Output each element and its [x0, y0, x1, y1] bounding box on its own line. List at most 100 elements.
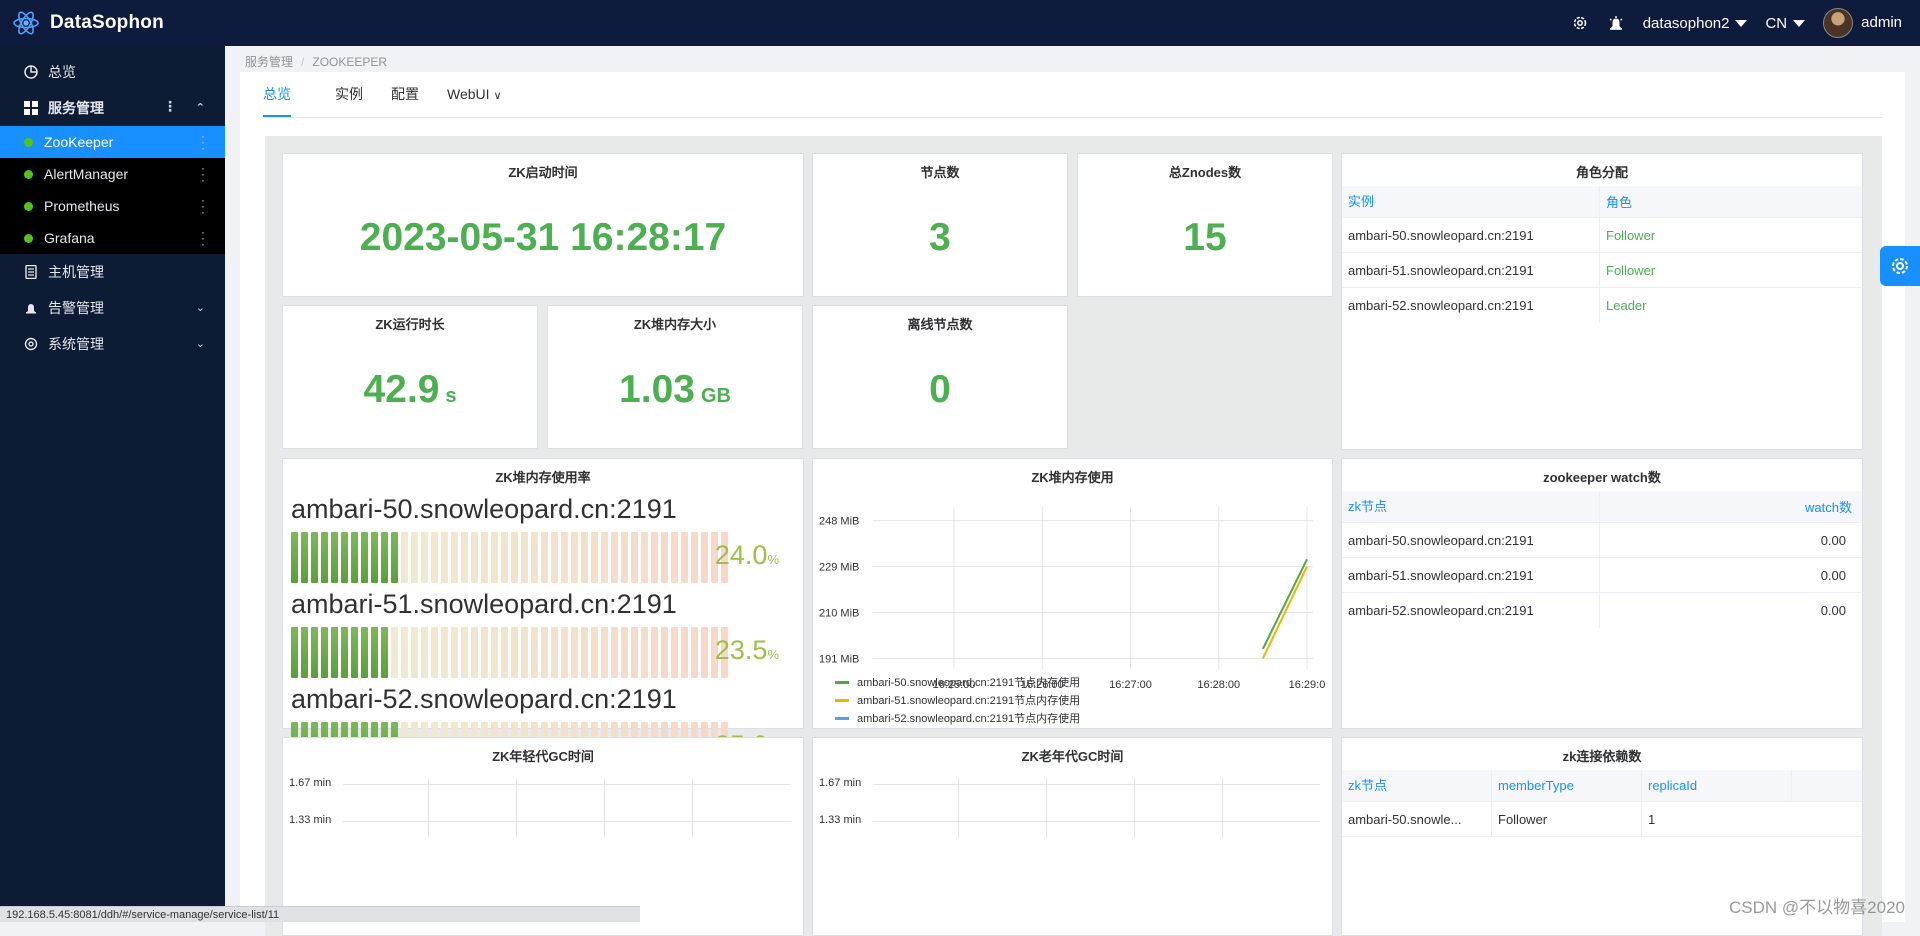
tab-webui-label: WebUI — [447, 86, 490, 102]
sidebar-item-label: 告警管理 — [48, 300, 104, 316]
gauge-segment — [291, 532, 298, 583]
uptime-display: 42.9 s — [283, 368, 537, 412]
grid-line — [428, 778, 429, 838]
sidebar-item-label: AlertManager — [44, 166, 129, 182]
gauge-segment — [491, 532, 498, 583]
sidebar-item-prometheus[interactable]: Prometheus · · · — [0, 190, 225, 222]
col-instance[interactable]: 实例 — [1342, 185, 1600, 218]
gauge-segment — [421, 532, 428, 583]
sidebar-item-grafana[interactable]: Grafana · · · — [0, 222, 225, 254]
cluster-selector[interactable]: datasophon2 — [1643, 15, 1748, 32]
gauge-segment — [371, 532, 378, 583]
panel-title: ZK运行时长 — [375, 317, 445, 332]
gear-icon — [1892, 258, 1908, 274]
gauge-segment — [511, 627, 518, 678]
sidebar-item-overview[interactable]: 总览 — [0, 54, 225, 90]
chevron-down-icon: ∨ — [493, 90, 502, 102]
gauge-segment — [601, 627, 608, 678]
gauge-segment — [331, 532, 338, 583]
sidebar-item-service-mgmt[interactable]: 服务管理 ⋮ ⌃ — [0, 90, 225, 126]
legend-item[interactable]: ambari-52.snowleopard.cn:2191节点内存使用 — [835, 710, 1080, 726]
dashboard-grid-icon — [24, 101, 38, 115]
table-row: ambari-50.snowleopard.cn:2191 0.00 — [1342, 522, 1862, 558]
gauge-segment — [551, 532, 558, 583]
col-role[interactable]: 角色 — [1600, 192, 1862, 211]
uptime-unit: s — [445, 385, 457, 407]
sidebar-item-host-mgmt[interactable]: 主机管理 — [0, 254, 225, 290]
gauge-segment — [641, 627, 648, 678]
gauge-segment — [501, 627, 508, 678]
sidebar-item-label: 总览 — [48, 64, 76, 80]
gauge-value-unit: % — [767, 552, 779, 567]
col-node[interactable]: zk节点 — [1342, 769, 1492, 802]
gauge-segment — [601, 532, 608, 583]
more-vertical-icon[interactable]: · · · — [201, 130, 205, 154]
y-tick-label: 1.67 min — [289, 777, 332, 789]
gauge-segment — [651, 627, 658, 678]
legend-item[interactable]: ambari-51.snowleopard.cn:2191节点内存使用 — [835, 692, 1080, 708]
gauge-segment — [581, 627, 588, 678]
tab-config[interactable]: 配置 — [377, 72, 433, 117]
cell-role: Follower — [1606, 262, 1656, 278]
floating-settings-button[interactable] — [1880, 246, 1920, 286]
alarm-bell-icon[interactable] — [1607, 14, 1625, 32]
tab-webui[interactable]: WebUI ∨ — [433, 72, 516, 117]
cell-instance: ambari-51.snowleopard.cn:2191 — [1342, 252, 1600, 288]
cell-watch: 0.00 — [1820, 603, 1846, 618]
grid-line — [958, 778, 959, 838]
dashboard: ZK启动时间 2023-05-31 16:28:17 节点数 3 总Znodes… — [265, 136, 1882, 936]
tab-instances[interactable]: 实例 — [321, 72, 377, 117]
col-node[interactable]: zk节点 — [1342, 490, 1600, 523]
sidebar-item-system-mgmt[interactable]: 系统管理 ⌄ — [0, 326, 225, 362]
sidebar-item-label: 主机管理 — [48, 264, 104, 280]
server-icon — [25, 265, 37, 279]
y-tick-label: 1.33 min — [289, 814, 332, 826]
status-dot-icon — [24, 169, 33, 179]
gauge-segment — [481, 627, 488, 678]
table-row: ambari-52.snowleopard.cn:2191 Leader — [1342, 288, 1862, 323]
table-header: zk节点 memberType replicaId — [1342, 769, 1862, 802]
sidebar-item-alertmanager[interactable]: AlertManager · · · — [0, 158, 225, 190]
sidebar-item-label: Grafana — [44, 230, 95, 246]
sidebar-item-label: 系统管理 — [48, 336, 104, 352]
gauge-segment — [621, 627, 628, 678]
gauge-segment — [451, 532, 458, 583]
col-member-type[interactable]: memberType — [1492, 769, 1642, 802]
sidebar-item-zookeeper[interactable]: ZooKeeper · · · — [0, 126, 225, 158]
col-replica-id[interactable]: replicaId — [1642, 769, 1792, 802]
user-menu[interactable]: admin — [1823, 8, 1902, 38]
cell-role: Follower — [1606, 227, 1656, 243]
gear-icon[interactable] — [1571, 14, 1589, 32]
gauge-segment — [311, 532, 318, 583]
app-logo[interactable]: DataSophon — [12, 9, 164, 37]
cell-node: ambari-52.snowleopard.cn:2191 — [1342, 593, 1600, 628]
more-vertical-icon[interactable]: · · · — [201, 194, 205, 218]
more-vertical-icon[interactable]: ⋮ — [163, 98, 177, 115]
gauge-segment — [581, 532, 588, 583]
gauge-bar — [291, 627, 728, 678]
x-tick-label: 16:28:00 — [1197, 679, 1240, 691]
gauge-value-unit: % — [767, 647, 779, 662]
gauge-host-label: ambari-52.snowleopard.cn:2191 — [291, 684, 677, 714]
panel-title: zookeeper watch数 — [1543, 470, 1661, 485]
breadcrumb-current: ZOOKEEPER — [312, 55, 388, 69]
gauge-segment — [611, 532, 618, 583]
more-vertical-icon[interactable]: · · · — [201, 162, 205, 186]
logo-icon — [13, 11, 39, 35]
gauge-segment — [351, 532, 358, 583]
cell-member-type: Follower — [1492, 801, 1642, 837]
language-selector[interactable]: CN — [1765, 15, 1806, 32]
status-dot-icon — [24, 201, 33, 211]
tab-overview[interactable]: 总览 — [263, 72, 291, 117]
panel-title: ZK启动时间 — [508, 165, 578, 180]
legend-item[interactable]: ambari-50.snowleopard.cn:2191节点内存使用 — [835, 674, 1080, 690]
breadcrumb-parent[interactable]: 服务管理 — [245, 55, 293, 69]
sidebar-item-alert-mgmt[interactable]: 告警管理 ⌄ — [0, 290, 225, 326]
gauge-segment — [401, 532, 408, 583]
col-watch[interactable]: watch数 — [1600, 497, 1862, 516]
more-vertical-icon[interactable]: · · · — [201, 226, 205, 250]
watch-table: zk节点 watch数 ambari-50.snowleopard.cn:219… — [1342, 490, 1862, 628]
gauge-segment — [301, 627, 308, 678]
grid-line — [1134, 778, 1135, 838]
table-row: ambari-50.snowle... Follower 1 — [1342, 801, 1862, 837]
